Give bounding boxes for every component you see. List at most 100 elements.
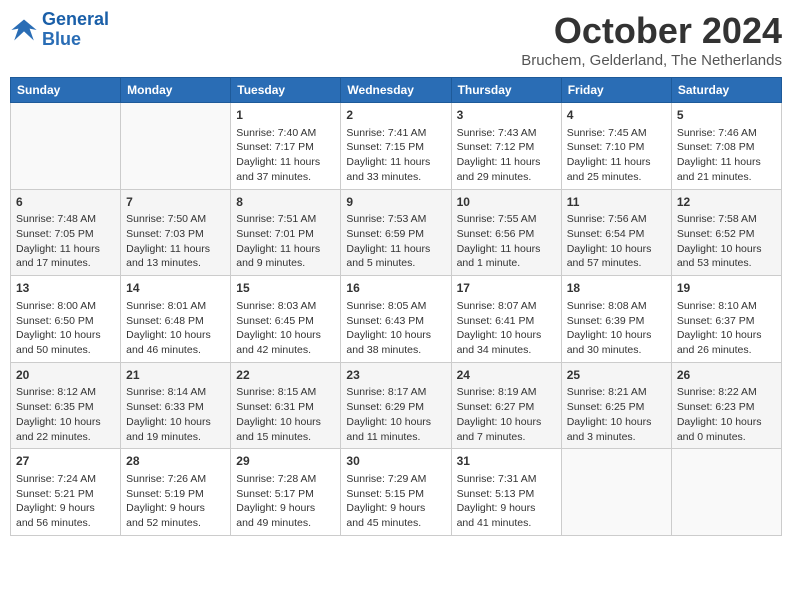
day-info: Sunrise: 8:22 AM (677, 385, 776, 400)
day-info: Sunset: 6:52 PM (677, 227, 776, 242)
day-info: Daylight: 11 hours and 37 minutes. (236, 155, 335, 184)
day-info: Sunset: 5:15 PM (346, 487, 445, 502)
day-info: Sunrise: 8:17 AM (346, 385, 445, 400)
day-info: Sunrise: 7:58 AM (677, 212, 776, 227)
day-number: 26 (677, 367, 776, 384)
day-number: 11 (567, 194, 666, 211)
day-number: 14 (126, 280, 225, 297)
calendar-table: SundayMondayTuesdayWednesdayThursdayFrid… (10, 77, 782, 536)
day-info: Daylight: 10 hours and 50 minutes. (16, 328, 115, 357)
day-info: Sunset: 7:05 PM (16, 227, 115, 242)
day-info: Sunset: 7:08 PM (677, 140, 776, 155)
calendar-cell: 7Sunrise: 7:50 AMSunset: 7:03 PMDaylight… (121, 189, 231, 276)
day-info: Daylight: 10 hours and 46 minutes. (126, 328, 225, 357)
day-info: Sunset: 7:17 PM (236, 140, 335, 155)
day-info: Daylight: 10 hours and 38 minutes. (346, 328, 445, 357)
day-info: Sunset: 6:39 PM (567, 314, 666, 329)
day-info: Daylight: 10 hours and 15 minutes. (236, 415, 335, 444)
day-number: 31 (457, 453, 556, 470)
day-info: Daylight: 10 hours and 26 minutes. (677, 328, 776, 357)
day-info: Sunset: 6:35 PM (16, 400, 115, 415)
day-number: 24 (457, 367, 556, 384)
calendar-cell: 18Sunrise: 8:08 AMSunset: 6:39 PMDayligh… (561, 276, 671, 363)
calendar-cell: 16Sunrise: 8:05 AMSunset: 6:43 PMDayligh… (341, 276, 451, 363)
header-monday: Monday (121, 78, 231, 103)
week-row-2: 6Sunrise: 7:48 AMSunset: 7:05 PMDaylight… (11, 189, 782, 276)
day-info: Sunset: 6:27 PM (457, 400, 556, 415)
day-info: Sunset: 6:43 PM (346, 314, 445, 329)
calendar-cell: 1 Sunrise: 7:40 AMSunset: 7:17 PMDaylight… (231, 103, 341, 190)
day-info: Sunrise: 8:21 AM (567, 385, 666, 400)
calendar-cell: 8Sunrise: 7:51 AMSunset: 7:01 PMDaylight… (231, 189, 341, 276)
day-info: Daylight: 10 hours and 19 minutes. (126, 415, 225, 444)
day-info: Sunrise: 7:53 AM (346, 212, 445, 227)
calendar-cell: 17Sunrise: 8:07 AMSunset: 6:41 PMDayligh… (451, 276, 561, 363)
week-row-5: 27Sunrise: 7:24 AMSunset: 5:21 PMDayligh… (11, 449, 782, 536)
day-info: Sunset: 7:10 PM (567, 140, 666, 155)
location: Bruchem, Gelderland, The Netherlands (521, 52, 782, 69)
day-info: Daylight: 11 hours and 17 minutes. (16, 242, 115, 271)
day-info: Sunrise: 7:26 AM (126, 472, 225, 487)
day-info: Daylight: 9 hours and 45 minutes. (346, 501, 445, 530)
day-number: 17 (457, 280, 556, 297)
day-info: Sunset: 6:48 PM (126, 314, 225, 329)
day-info: Sunrise: 8:15 AM (236, 385, 335, 400)
header-thursday: Thursday (451, 78, 561, 103)
day-info: Daylight: 11 hours and 21 minutes. (677, 155, 776, 184)
calendar-cell: 23Sunrise: 8:17 AMSunset: 6:29 PMDayligh… (341, 362, 451, 449)
day-info: Sunrise: 7:50 AM (126, 212, 225, 227)
day-info: Sunrise: 8:10 AM (677, 299, 776, 314)
day-info: Sunset: 6:31 PM (236, 400, 335, 415)
day-info: Daylight: 11 hours and 13 minutes. (126, 242, 225, 271)
day-info: Daylight: 11 hours and 1 minute. (457, 242, 556, 271)
day-info: Sunset: 7:12 PM (457, 140, 556, 155)
day-number: 6 (16, 194, 115, 211)
day-number: 7 (126, 194, 225, 211)
day-info: Daylight: 10 hours and 34 minutes. (457, 328, 556, 357)
day-info: Sunset: 5:19 PM (126, 487, 225, 502)
month-title: October 2024 (521, 10, 782, 52)
calendar-cell: 19Sunrise: 8:10 AMSunset: 6:37 PMDayligh… (671, 276, 781, 363)
day-info: Daylight: 10 hours and 11 minutes. (346, 415, 445, 444)
calendar-cell: 28Sunrise: 7:26 AMSunset: 5:19 PMDayligh… (121, 449, 231, 536)
day-info: Sunrise: 7:45 AM (567, 126, 666, 141)
day-info: Daylight: 9 hours and 52 minutes. (126, 501, 225, 530)
day-info: Sunset: 6:33 PM (126, 400, 225, 415)
logo: General Blue (10, 10, 109, 50)
calendar-cell: 25Sunrise: 8:21 AMSunset: 6:25 PMDayligh… (561, 362, 671, 449)
day-number: 13 (16, 280, 115, 297)
day-info: Daylight: 10 hours and 42 minutes. (236, 328, 335, 357)
day-info: Sunrise: 7:43 AM (457, 126, 556, 141)
day-info: Daylight: 10 hours and 3 minutes. (567, 415, 666, 444)
header-sunday: Sunday (11, 78, 121, 103)
day-info: Sunrise: 7:41 AM (346, 126, 445, 141)
day-number: 5 (677, 107, 776, 124)
calendar-cell: 21Sunrise: 8:14 AMSunset: 6:33 PMDayligh… (121, 362, 231, 449)
day-info: Daylight: 10 hours and 7 minutes. (457, 415, 556, 444)
day-number: 4 (567, 107, 666, 124)
day-number: 21 (126, 367, 225, 384)
week-row-4: 20Sunrise: 8:12 AMSunset: 6:35 PMDayligh… (11, 362, 782, 449)
day-number: 29 (236, 453, 335, 470)
day-info: Sunrise: 7:48 AM (16, 212, 115, 227)
day-info: Sunrise: 7:40 AM (236, 126, 335, 141)
calendar-cell: 6Sunrise: 7:48 AMSunset: 7:05 PMDaylight… (11, 189, 121, 276)
day-info: Sunrise: 7:29 AM (346, 472, 445, 487)
day-number: 1 (236, 107, 335, 124)
day-info: Sunrise: 7:31 AM (457, 472, 556, 487)
day-number: 8 (236, 194, 335, 211)
day-number: 19 (677, 280, 776, 297)
day-info: Sunset: 6:56 PM (457, 227, 556, 242)
calendar-cell: 26Sunrise: 8:22 AMSunset: 6:23 PMDayligh… (671, 362, 781, 449)
calendar-cell: 31Sunrise: 7:31 AMSunset: 5:13 PMDayligh… (451, 449, 561, 536)
day-info: Sunrise: 8:12 AM (16, 385, 115, 400)
day-info: Daylight: 11 hours and 5 minutes. (346, 242, 445, 271)
day-info: Daylight: 11 hours and 29 minutes. (457, 155, 556, 184)
day-info: Sunset: 6:25 PM (567, 400, 666, 415)
day-info: Sunrise: 7:51 AM (236, 212, 335, 227)
day-info: Sunrise: 8:05 AM (346, 299, 445, 314)
day-number: 22 (236, 367, 335, 384)
day-info: Sunset: 7:03 PM (126, 227, 225, 242)
day-info: Sunset: 6:23 PM (677, 400, 776, 415)
day-info: Sunset: 5:21 PM (16, 487, 115, 502)
